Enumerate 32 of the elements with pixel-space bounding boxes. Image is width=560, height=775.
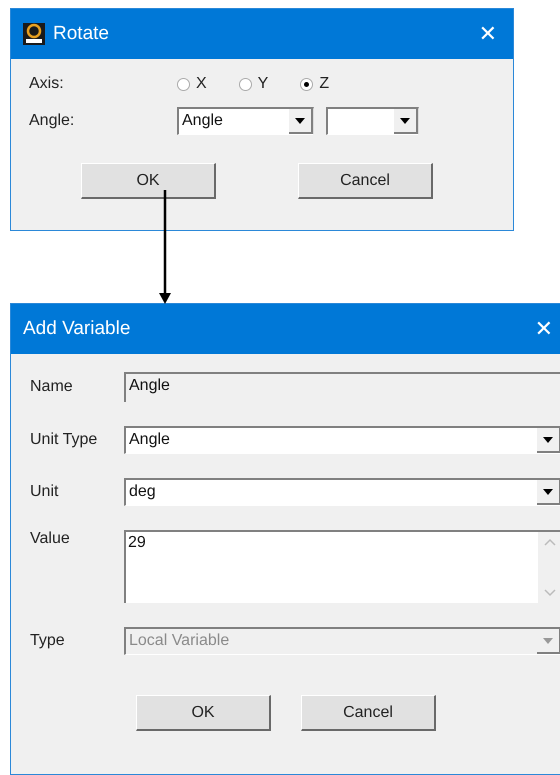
field-label: Value	[30, 530, 71, 548]
axis-radio[interactable]: Z	[300, 75, 330, 93]
field-label: Unit Type	[30, 431, 98, 449]
axis-radio[interactable]: X	[177, 75, 207, 93]
ok-button[interactable]: OK	[136, 695, 271, 731]
name-field[interactable]: Angle	[124, 372, 560, 402]
field-label: Name	[30, 378, 74, 396]
value-field[interactable]: 29	[124, 530, 560, 603]
scroll-down-icon[interactable]	[544, 589, 556, 597]
select-field[interactable]: Angle	[124, 426, 560, 454]
dropdown-arrow-icon	[400, 118, 410, 124]
angle-label: Angle:	[29, 112, 76, 130]
cancel-button[interactable]: Cancel	[301, 695, 436, 731]
app-logo-icon	[23, 23, 45, 45]
dialog-title: Rotate	[53, 23, 110, 45]
dropdown-arrow-icon	[543, 488, 553, 494]
close-button[interactable]: ✕	[530, 316, 557, 342]
angle-combo[interactable]: Angle	[177, 107, 314, 135]
dialog-title: Add Variable	[23, 318, 132, 340]
ok-button[interactable]: OK	[81, 163, 216, 199]
axis-label: Axis:	[29, 75, 65, 93]
scroll-up-icon[interactable]	[544, 538, 556, 546]
unit-combo[interactable]	[326, 107, 419, 135]
dropdown-arrow-icon	[543, 436, 553, 442]
field-label: Type	[30, 632, 66, 650]
select-field[interactable]: deg	[124, 478, 560, 506]
close-button[interactable]: ✕	[474, 22, 501, 46]
axis-radio[interactable]: Y	[238, 75, 268, 93]
dropdown-arrow-icon	[295, 118, 305, 124]
field-label: Unit	[30, 483, 60, 501]
cancel-button[interactable]: Cancel	[298, 163, 433, 199]
dropdown-arrow-icon	[543, 638, 553, 644]
